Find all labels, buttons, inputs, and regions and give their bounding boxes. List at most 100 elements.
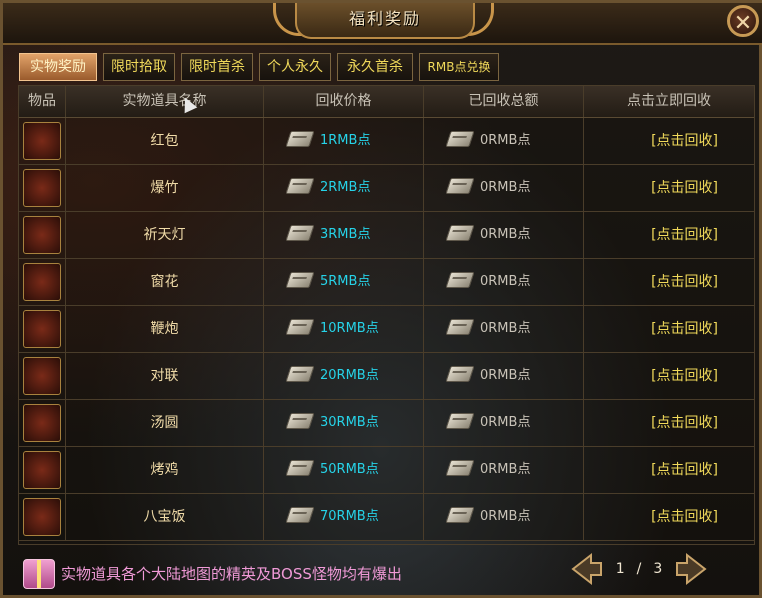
total-cell: 0RMB点 <box>424 447 584 493</box>
money-icon <box>285 460 315 476</box>
money-icon <box>445 507 475 523</box>
tab-physical-rewards[interactable]: 实物奖励 <box>19 53 97 81</box>
item-cell <box>19 165 66 211</box>
money-icon <box>445 178 475 194</box>
price-value: 10RMB点 <box>320 321 379 336</box>
total-cell: 0RMB点 <box>424 259 584 305</box>
total-value: 0RMB点 <box>480 180 531 195</box>
arrow-right-icon <box>676 552 707 586</box>
item-cell <box>19 353 66 399</box>
table-row: 红包 1RMB点 0RMB点 [点击回收] <box>19 118 754 165</box>
tab-permanent-first-kill[interactable]: 永久首杀 <box>337 53 413 81</box>
prev-page-button[interactable] <box>569 551 605 587</box>
tab-rmb-exchange[interactable]: RMB点兑换 <box>419 53 499 81</box>
red-envelope-icon[interactable] <box>23 122 61 160</box>
price-cell: 50RMB点 <box>264 447 424 493</box>
money-icon <box>285 178 315 194</box>
item-cell <box>19 306 66 352</box>
item-cell <box>19 494 66 540</box>
table-row: 八宝饭 70RMB点 0RMB点 [点击回收] <box>19 494 754 541</box>
header-item: 物品 <box>19 86 66 117</box>
roast-chicken-icon[interactable] <box>23 451 61 489</box>
table-header: 物品 实物道具名称 回收价格 已回收总额 点击立即回收 <box>19 86 754 118</box>
total-value: 0RMB点 <box>480 415 531 430</box>
firecracker-icon[interactable] <box>23 169 61 207</box>
item-name: 红包 <box>66 118 264 164</box>
recycle-button[interactable]: [点击回收] <box>584 494 754 540</box>
price-cell: 3RMB点 <box>264 212 424 258</box>
money-icon <box>445 225 475 241</box>
money-icon <box>285 413 315 429</box>
header-action: 点击立即回收 <box>627 93 711 109</box>
eight-treasure-rice-icon[interactable] <box>23 498 61 536</box>
price-value: 50RMB点 <box>320 462 379 477</box>
table-row: 汤圆 30RMB点 0RMB点 [点击回收] <box>19 400 754 447</box>
total-cell: 0RMB点 <box>424 212 584 258</box>
header-total: 已回收总额 <box>424 86 584 117</box>
header-name: 实物道具名称 <box>66 86 264 117</box>
recycle-button[interactable]: [点击回收] <box>584 447 754 493</box>
total-cell: 0RMB点 <box>424 400 584 446</box>
total-value: 0RMB点 <box>480 227 531 242</box>
item-name: 祈天灯 <box>66 212 264 258</box>
price-value: 5RMB点 <box>320 274 371 289</box>
recycle-button[interactable]: [点击回收] <box>584 400 754 446</box>
table-row: 爆竹 2RMB点 0RMB点 [点击回收] <box>19 165 754 212</box>
price-value: 70RMB点 <box>320 509 379 524</box>
close-button[interactable]: ✕ <box>727 5 759 37</box>
price-cell: 30RMB点 <box>264 400 424 446</box>
sky-lantern-icon[interactable] <box>23 216 61 254</box>
money-icon <box>445 272 475 288</box>
money-icon <box>285 225 315 241</box>
tab-limited-pickup[interactable]: 限时拾取 <box>103 53 175 81</box>
money-icon <box>445 460 475 476</box>
recycle-button[interactable]: [点击回收] <box>584 118 754 164</box>
page-total: 3 <box>653 561 663 577</box>
couplet-icon[interactable] <box>23 357 61 395</box>
price-cell: 70RMB点 <box>264 494 424 540</box>
item-cell <box>19 400 66 446</box>
table-row: 窗花 5RMB点 0RMB点 [点击回收] <box>19 259 754 306</box>
tangyuan-icon[interactable] <box>23 404 61 442</box>
recycle-button[interactable]: [点击回收] <box>584 259 754 305</box>
recycle-button[interactable]: [点击回收] <box>584 306 754 352</box>
total-cell: 0RMB点 <box>424 165 584 211</box>
total-cell: 0RMB点 <box>424 306 584 352</box>
price-value: 2RMB点 <box>320 180 371 195</box>
arrow-left-icon <box>571 552 602 586</box>
firework-icon[interactable] <box>23 310 61 348</box>
price-cell: 5RMB点 <box>264 259 424 305</box>
paper-cut-icon[interactable] <box>23 263 61 301</box>
reward-table: 物品 实物道具名称 回收价格 已回收总额 点击立即回收 红包 1RMB点 0RM… <box>18 85 755 545</box>
recycle-button[interactable]: [点击回收] <box>584 353 754 399</box>
total-value: 0RMB点 <box>480 462 531 477</box>
total-cell: 0RMB点 <box>424 353 584 399</box>
reward-window: 福利奖励 ✕ 实物奖励 限时拾取 限时首杀 个人永久 永久首杀 RMB点兑换 物… <box>0 0 762 598</box>
money-icon <box>445 319 475 335</box>
window-title: 福利奖励 <box>295 3 475 39</box>
table-row: 祈天灯 3RMB点 0RMB点 [点击回收] <box>19 212 754 259</box>
item-name: 鞭炮 <box>66 306 264 352</box>
money-icon <box>285 507 315 523</box>
tab-limited-first-kill[interactable]: 限时首杀 <box>181 53 253 81</box>
recycle-button[interactable]: [点击回收] <box>584 165 754 211</box>
total-cell: 0RMB点 <box>424 494 584 540</box>
recycle-button[interactable]: [点击回收] <box>584 212 754 258</box>
next-page-button[interactable] <box>673 551 709 587</box>
total-value: 0RMB点 <box>480 133 531 148</box>
money-icon <box>445 366 475 382</box>
price-value: 20RMB点 <box>320 368 379 383</box>
price-cell: 20RMB点 <box>264 353 424 399</box>
money-icon <box>445 413 475 429</box>
table-row: 烤鸡 50RMB点 0RMB点 [点击回收] <box>19 447 754 494</box>
item-name: 烤鸡 <box>66 447 264 493</box>
total-value: 0RMB点 <box>480 509 531 524</box>
money-icon <box>285 319 315 335</box>
price-cell: 10RMB点 <box>264 306 424 352</box>
item-name: 对联 <box>66 353 264 399</box>
money-icon <box>285 272 315 288</box>
tab-personal-permanent[interactable]: 个人永久 <box>259 53 331 81</box>
header-price: 回收价格 <box>264 86 424 117</box>
item-name: 汤圆 <box>66 400 264 446</box>
item-name: 窗花 <box>66 259 264 305</box>
